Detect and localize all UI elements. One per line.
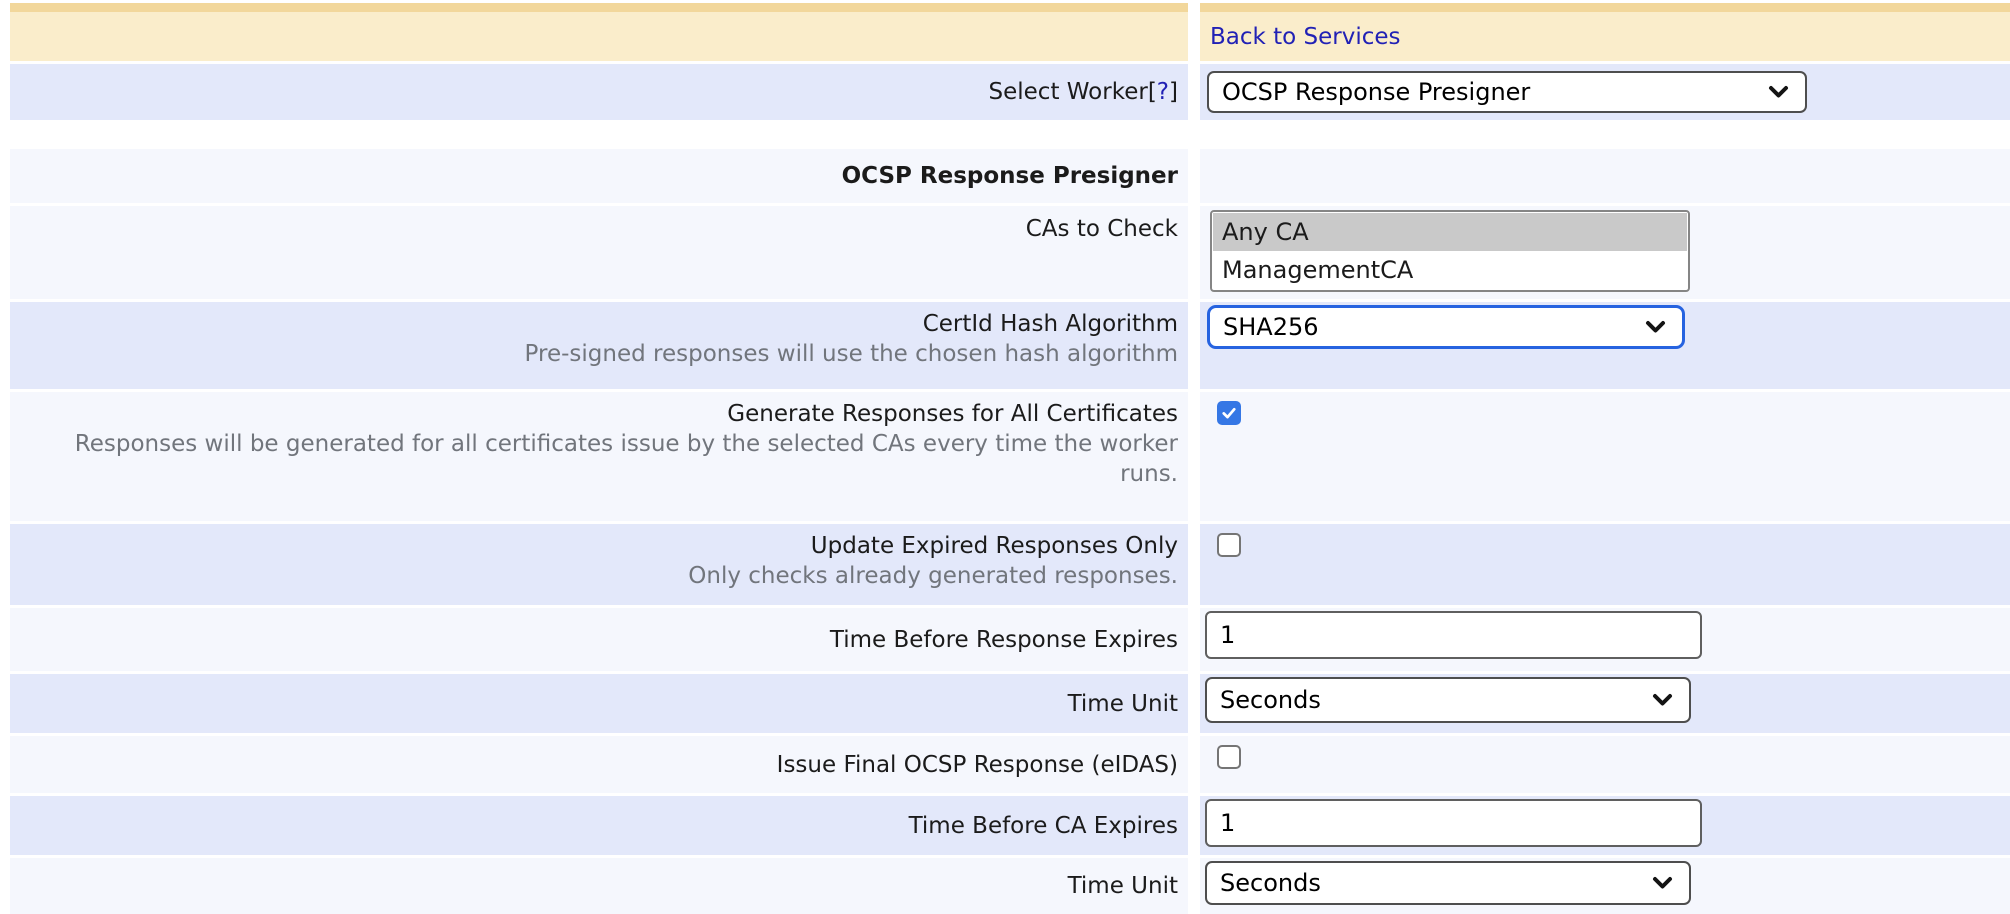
hash-label: CertId Hash Algorithm — [923, 309, 1178, 339]
form-title-empty-cell — [1200, 149, 2010, 203]
time-unit-response-label: Time Unit — [1068, 689, 1178, 719]
help-bracket-open: [ — [1148, 79, 1157, 105]
chevron-down-icon — [1645, 320, 1666, 334]
header-banner: Back to Services — [10, 3, 2010, 61]
time-unit-response-row: Time Unit Seconds — [10, 674, 2010, 733]
generate-all-row: Generate Responses for All Certificates … — [10, 392, 2010, 521]
generate-all-checkbox[interactable] — [1217, 401, 1241, 425]
time-before-response-label: Time Before Response Expires — [830, 625, 1178, 655]
time-before-ca-control-cell — [1200, 796, 2010, 855]
worker-selector-label-text: Select Worker — [989, 79, 1148, 105]
chevron-down-icon — [1768, 85, 1789, 99]
eidas-label-cell: Issue Final OCSP Response (eIDAS) — [10, 736, 1188, 793]
time-before-ca-label: Time Before CA Expires — [909, 811, 1178, 841]
worker-selector-label-cell: Select Worker[?] — [10, 64, 1188, 120]
eidas-control-cell — [1200, 736, 2010, 793]
eidas-label: Issue Final OCSP Response (eIDAS) — [777, 750, 1178, 780]
help-bracket-close: ] — [1169, 79, 1178, 105]
time-unit-ca-select[interactable]: Seconds — [1205, 861, 1691, 905]
update-expired-checkbox[interactable] — [1217, 533, 1241, 557]
time-unit-ca-select-value: Seconds — [1220, 869, 1652, 897]
generate-all-control-cell — [1200, 392, 2010, 521]
worker-selector-label: Select Worker[?] — [989, 77, 1178, 107]
generate-all-label: Generate Responses for All Certificates — [727, 399, 1178, 429]
cas-to-check-row: CAs to Check Any CA ManagementCA — [10, 206, 2010, 299]
update-expired-label: Update Expired Responses Only — [811, 531, 1178, 561]
hash-algorithm-select[interactable]: SHA256 — [1207, 305, 1685, 349]
hash-control-cell: SHA256 — [1200, 302, 2010, 389]
banner-left-cell — [10, 3, 1188, 61]
time-unit-response-control-cell: Seconds — [1200, 674, 2010, 733]
generate-all-help-text: Responses will be generated for all cert… — [18, 429, 1178, 489]
eidas-row: Issue Final OCSP Response (eIDAS) — [10, 736, 2010, 793]
form-title: OCSP Response Presigner — [842, 161, 1178, 191]
ca-listbox-option[interactable]: ManagementCA — [1213, 251, 1687, 289]
cas-label-cell: CAs to Check — [10, 206, 1188, 299]
time-unit-response-select-value: Seconds — [1220, 686, 1652, 714]
generate-all-label-cell: Generate Responses for All Certificates … — [10, 392, 1188, 521]
section-gap — [0, 123, 2010, 149]
update-expired-control-cell — [1200, 524, 2010, 605]
form-title-row: OCSP Response Presigner — [10, 149, 2010, 203]
time-unit-ca-control-cell: Seconds — [1200, 858, 2010, 914]
time-unit-ca-label-cell: Time Unit — [10, 858, 1188, 914]
cas-control-cell: Any CA ManagementCA — [1200, 206, 2010, 299]
help-question-link[interactable]: ? — [1157, 79, 1169, 105]
time-unit-ca-label: Time Unit — [1068, 871, 1178, 901]
check-icon — [1220, 404, 1238, 422]
time-before-ca-input[interactable] — [1205, 799, 1702, 847]
cas-label: CAs to Check — [1026, 214, 1178, 244]
form-title-cell: OCSP Response Presigner — [10, 149, 1188, 203]
ca-listbox[interactable]: Any CA ManagementCA — [1210, 210, 1690, 292]
hash-algorithm-select-value: SHA256 — [1223, 313, 1645, 341]
ca-listbox-option[interactable]: Any CA — [1213, 213, 1687, 251]
hash-label-cell: CertId Hash Algorithm Pre-signed respons… — [10, 302, 1188, 389]
banner-right-cell: Back to Services — [1200, 3, 2010, 61]
hash-algorithm-row: CertId Hash Algorithm Pre-signed respons… — [10, 302, 2010, 389]
time-before-ca-label-cell: Time Before CA Expires — [10, 796, 1188, 855]
worker-selector-row: Select Worker[?] OCSP Response Presigner — [10, 64, 2010, 120]
worker-select-value: OCSP Response Presigner — [1222, 78, 1768, 106]
time-before-response-control-cell — [1200, 608, 2010, 671]
time-unit-ca-row: Time Unit Seconds — [10, 858, 2010, 914]
worker-selector-control-cell: OCSP Response Presigner — [1200, 64, 2010, 120]
hash-help-text: Pre-signed responses will use the chosen… — [525, 339, 1178, 369]
update-expired-label-cell: Update Expired Responses Only Only check… — [10, 524, 1188, 605]
chevron-down-icon — [1652, 693, 1673, 707]
chevron-down-icon — [1652, 876, 1673, 890]
update-expired-help-text: Only checks already generated responses. — [688, 561, 1178, 591]
time-before-response-row: Time Before Response Expires — [10, 608, 2010, 671]
update-expired-row: Update Expired Responses Only Only check… — [10, 524, 2010, 605]
worker-select[interactable]: OCSP Response Presigner — [1207, 71, 1807, 113]
time-unit-response-label-cell: Time Unit — [10, 674, 1188, 733]
back-to-services-link[interactable]: Back to Services — [1210, 24, 1401, 50]
time-before-response-label-cell: Time Before Response Expires — [10, 608, 1188, 671]
eidas-checkbox[interactable] — [1217, 745, 1241, 769]
time-unit-response-select[interactable]: Seconds — [1205, 677, 1691, 723]
time-before-response-input[interactable] — [1205, 611, 1702, 659]
time-before-ca-row: Time Before CA Expires — [10, 796, 2010, 855]
